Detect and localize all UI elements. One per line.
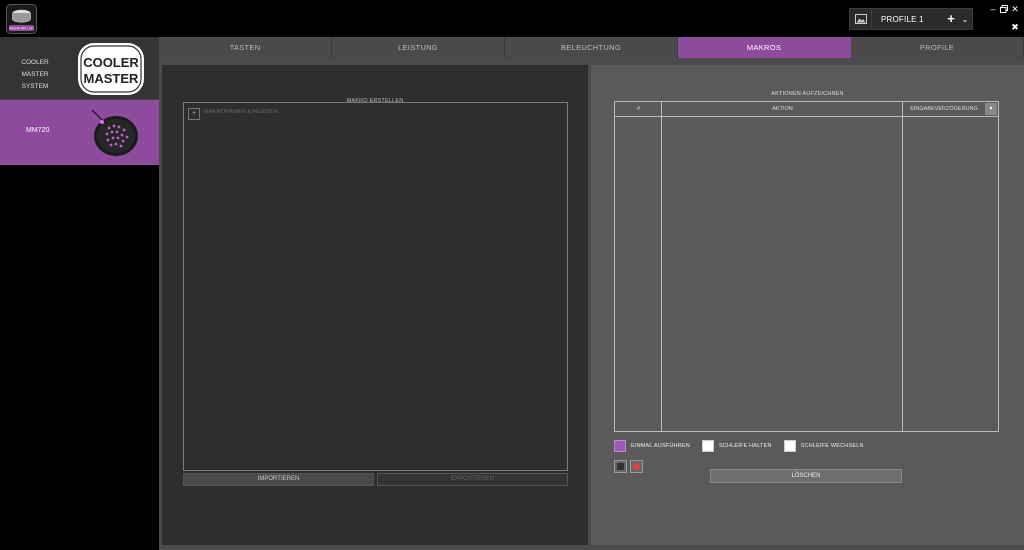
sidebar-item-system[interactable]: COOLER MASTER SYSTEM COOLER MASTER [0, 37, 159, 100]
import-button[interactable]: IMPORTIEREN [183, 473, 374, 486]
stop-button[interactable] [614, 460, 627, 473]
record-icon [633, 463, 640, 470]
actions-record-title: AKTIONEN AUFZEICHNEN [771, 91, 844, 97]
mouse-image [91, 109, 138, 156]
cooler-master-logo: COOLER MASTER [78, 43, 144, 95]
profile-image-button[interactable] [850, 9, 872, 29]
device-sidebar: COOLER MASTER SYSTEM COOLER MASTER MM720 [0, 37, 159, 550]
profile-selector[interactable]: PROFILE 1 + ⌄ [849, 8, 973, 30]
index-column [615, 102, 662, 431]
action-table[interactable]: # AKTION EINGABEVERZÖGERUNG ▾ [614, 101, 999, 432]
option-loop-hold[interactable]: SCHLEIFE HALTEN [701, 440, 772, 452]
actions-record-panel: AKTIONEN AUFZEICHNEN # AKTION EINGABEVER… [591, 65, 1024, 545]
loop-hold-label: SCHLEIFE HALTEN [718, 443, 772, 449]
macro-name-input[interactable]: MAKRONAMEN EINGEBEN [204, 109, 278, 115]
option-run-once[interactable]: EINMAL AUSFÜHREN [614, 440, 690, 452]
execution-options: EINMAL AUSFÜHREN SCHLEIFE HALTEN SCHLEIF… [614, 439, 876, 453]
index-column-header: # [636, 106, 641, 112]
tab-leistung[interactable]: LEISTUNG [332, 37, 505, 58]
system-label: COOLER MASTER SYSTEM [21, 59, 49, 90]
svg-text:MASTER: MASTER [84, 71, 140, 86]
macro-content: MAKRO ERSTELLEN + MAKRONAMEN EINGEBEN IM… [159, 58, 1024, 550]
run-once-label: EINMAL AUSFÜHREN [631, 443, 690, 449]
macro-create-panel: MAKRO ERSTELLEN + MAKRONAMEN EINGEBEN IM… [162, 65, 588, 545]
chevron-down-icon[interactable]: ⌄ [958, 15, 972, 24]
add-profile-icon[interactable]: + [944, 12, 958, 26]
tools-icon[interactable]: ✖ [1010, 23, 1020, 32]
device-label: MM720 [26, 127, 50, 134]
masterplus-logo: MASTERPLUS+ [6, 4, 37, 34]
close-icon[interactable]: ✕ [1010, 5, 1020, 14]
run-once-checkbox[interactable] [614, 440, 626, 452]
image-icon [854, 14, 867, 24]
macro-list[interactable]: + MAKRONAMEN EINGEBEN [183, 102, 568, 471]
add-macro-button[interactable]: + [188, 108, 200, 120]
logo-text: MASTERPLUS+ [9, 27, 34, 31]
tab-profile[interactable]: PROFILE [851, 37, 1024, 58]
tab-beleuchtung[interactable]: BELEUCHTUNG [505, 37, 678, 58]
loop-toggle-label: SCHLEIFE WECHSELN [800, 443, 864, 449]
record-button[interactable] [630, 460, 643, 473]
title-bar: MASTERPLUS+ PROFILE 1 + ⌄ ‒ ✕ ✖ [0, 0, 1024, 37]
minimize-icon[interactable]: ‒ [988, 5, 998, 14]
delay-dropdown-icon[interactable]: ▾ [985, 103, 997, 115]
delete-button[interactable]: LÖSCHEN [710, 469, 902, 483]
stop-icon [617, 463, 624, 470]
main-tabs: TASTEN LEISTUNG BELEUCHTUNG MAKROS PROFI… [159, 37, 1024, 58]
option-loop-toggle[interactable]: SCHLEIFE WECHSELN [783, 440, 864, 452]
loop-hold-checkbox[interactable] [701, 440, 714, 452]
action-column-header: AKTION [772, 106, 793, 112]
loop-toggle-checkbox[interactable] [783, 440, 796, 452]
sidebar-item-mm720[interactable]: MM720 [0, 100, 159, 165]
delay-column-header: EINGABEVERZÖGERUNG [910, 106, 978, 112]
profile-name: PROFILE 1 [881, 14, 924, 24]
export-button[interactable]: EXPORTIEREN [377, 473, 568, 486]
tab-tasten[interactable]: TASTEN [159, 37, 332, 58]
svg-text:COOLER: COOLER [83, 55, 139, 70]
restore-icon[interactable] [999, 5, 1009, 15]
action-column [662, 102, 903, 431]
table-header: # AKTION EINGABEVERZÖGERUNG ▾ [615, 102, 998, 117]
tab-makros[interactable]: MAKROS [678, 37, 851, 58]
